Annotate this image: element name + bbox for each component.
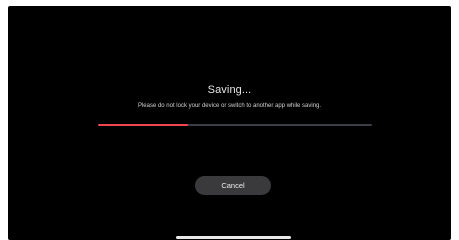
home-indicator[interactable]: [176, 236, 291, 239]
save-progress-bar: [98, 124, 372, 126]
app-screen: Saving... Please do not lock your device…: [8, 6, 451, 240]
save-progress-fill: [98, 124, 189, 126]
saving-title: Saving...: [207, 84, 252, 96]
cancel-button[interactable]: Cancel: [195, 176, 271, 195]
saving-message: Please do not lock your device or switch…: [137, 103, 322, 109]
